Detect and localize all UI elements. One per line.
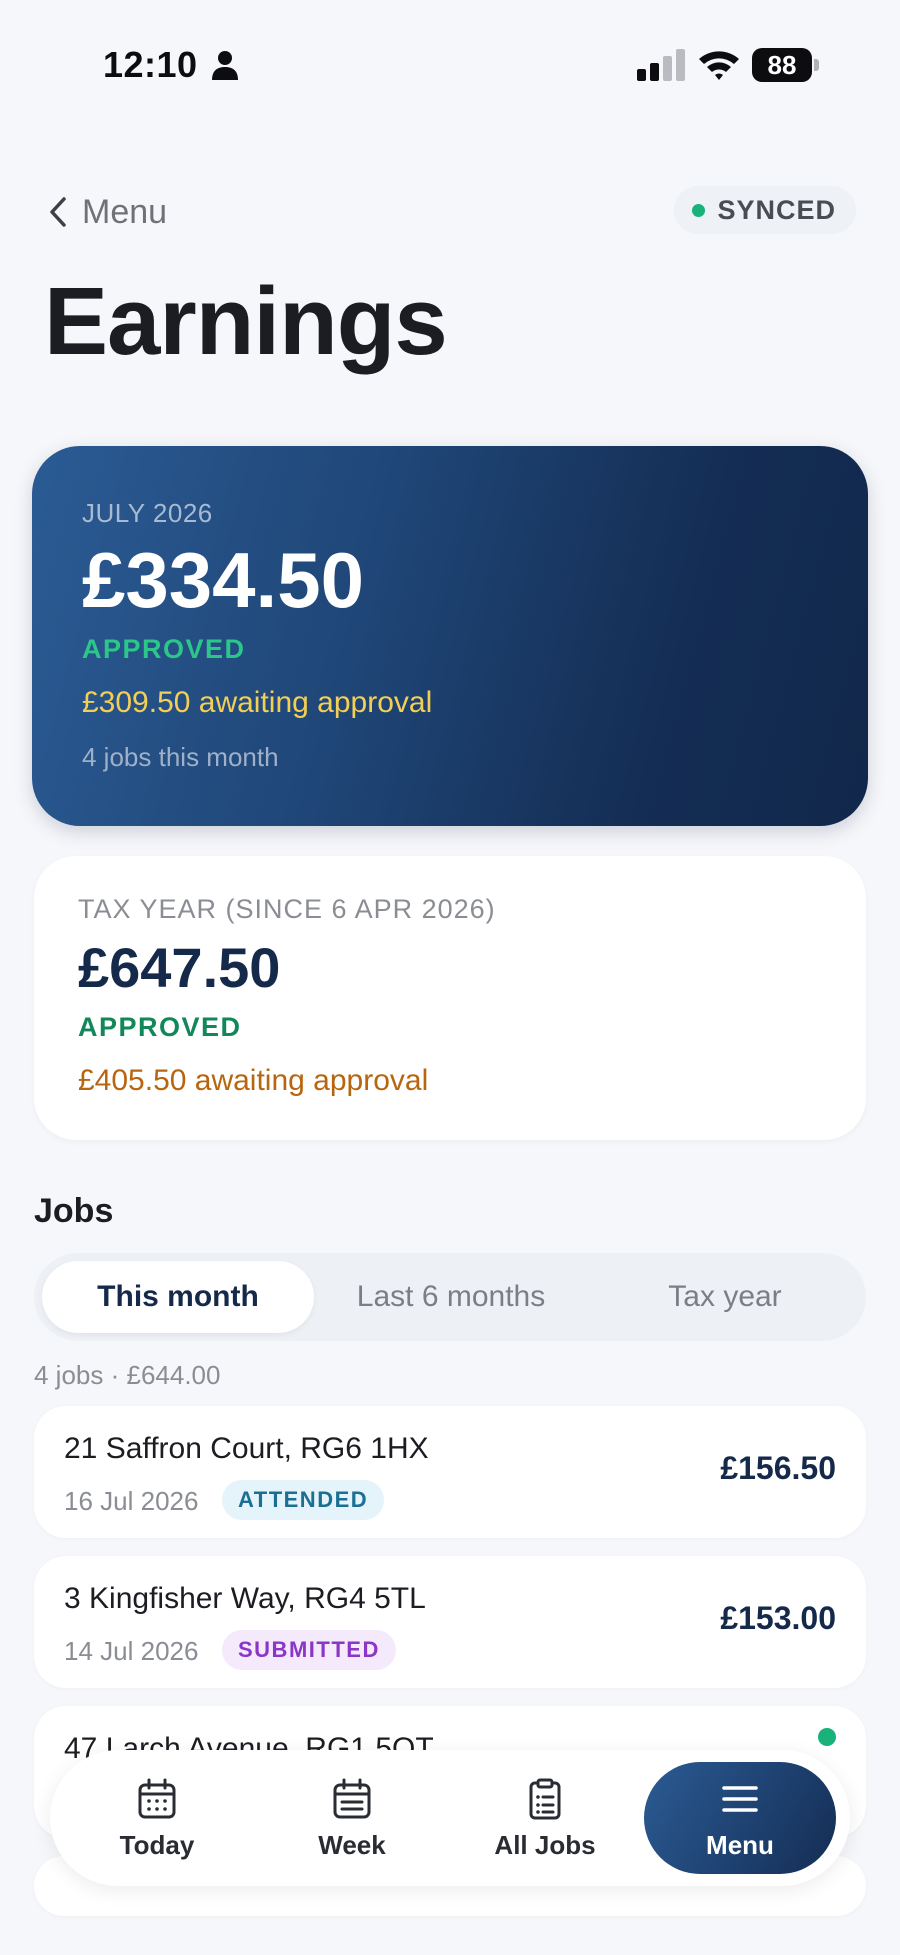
tax-year-approved-amount: £647.50 — [78, 936, 281, 999]
job-date: 14 Jul 2026 — [64, 1636, 199, 1666]
nav-today-label: Today — [119, 1830, 195, 1860]
tab-tax-year[interactable]: Tax year — [590, 1261, 860, 1333]
tax-year-period-label: TAX YEAR (SINCE 6 APR 2026) — [78, 894, 496, 924]
wifi-icon — [699, 51, 739, 80]
job-date: 16 Jul 2026 — [64, 1486, 199, 1516]
jobs-period-tabs: This month Last 6 months Tax year — [34, 1253, 866, 1341]
sync-status-text: SYNCED — [717, 194, 836, 225]
job-address: 3 Kingfisher Way, RG4 5TL — [64, 1582, 426, 1615]
hamburger-menu-icon — [722, 1786, 758, 1812]
sync-status-dot-icon — [692, 203, 706, 217]
calendar-icon — [138, 1778, 176, 1819]
tab-this-month[interactable]: This month — [42, 1261, 314, 1333]
tax-year-earnings-card: TAX YEAR (SINCE 6 APR 2026) £647.50 APPR… — [34, 856, 866, 1140]
nav-all-jobs-label: All Jobs — [494, 1830, 596, 1860]
month-jobs-count: 4 jobs this month — [82, 742, 279, 772]
month-earnings-card: JULY 2026 £334.50 APPROVED £309.50 await… — [32, 446, 868, 826]
month-approved-label: APPROVED — [82, 634, 246, 664]
battery-indicator: 88 — [752, 48, 820, 82]
person-icon — [212, 51, 238, 80]
status-time: 12:10 — [103, 44, 198, 85]
tax-year-approved-label: APPROVED — [78, 1012, 242, 1042]
nav-week-label: Week — [318, 1830, 386, 1860]
back-label: Menu — [82, 192, 168, 231]
month-period-label: JULY 2026 — [82, 498, 213, 528]
job-price: £156.50 — [720, 1450, 836, 1486]
job-price: £153.00 — [720, 1600, 836, 1636]
cellular-signal-icon — [637, 49, 685, 81]
tab-last-6-months[interactable]: Last 6 months — [316, 1261, 586, 1333]
nav-menu-button[interactable]: Menu — [644, 1762, 836, 1874]
bottom-navigation: Today Week All Jobs Menu — [50, 1750, 850, 1886]
month-awaiting-approval: £309.50 awaiting approval — [82, 686, 433, 719]
job-status-badge: SUBMITTED — [222, 1630, 396, 1670]
clipboard-list-icon — [529, 1778, 561, 1820]
tax-year-awaiting-approval: £405.50 awaiting approval — [78, 1064, 429, 1097]
nav-all-jobs-button[interactable]: All Jobs — [450, 1750, 640, 1886]
job-list-item[interactable]: 21 Saffron Court, RG6 1HX 16 Jul 2026 AT… — [34, 1406, 866, 1538]
job-status-dot-icon — [818, 1728, 836, 1746]
earnings-screen: 12:10 88 Menu SYNCED Earnings JULY 2026 … — [0, 0, 900, 1955]
battery-level-text: 88 — [767, 50, 797, 80]
job-list-item[interactable]: 3 Kingfisher Way, RG4 5TL 14 Jul 2026 SU… — [34, 1556, 866, 1688]
status-bar: 12:10 88 — [0, 0, 900, 130]
jobs-section-heading: Jobs — [34, 1192, 114, 1230]
nav-today-button[interactable]: Today — [62, 1750, 252, 1886]
job-status-badge: ATTENDED — [222, 1480, 385, 1520]
nav-menu-label: Menu — [706, 1830, 774, 1860]
jobs-summary: 4 jobs · £644.00 — [34, 1360, 221, 1390]
calendar-week-icon — [333, 1778, 371, 1819]
sync-status-badge: SYNCED — [674, 186, 856, 234]
job-address: 21 Saffron Court, RG6 1HX — [64, 1432, 429, 1465]
nav-week-button[interactable]: Week — [257, 1750, 447, 1886]
battery-cap — [814, 59, 819, 71]
back-to-menu-button[interactable]: Menu — [48, 188, 167, 236]
chevron-left-icon — [50, 197, 66, 227]
page-title: Earnings — [44, 268, 448, 375]
month-approved-amount: £334.50 — [82, 536, 364, 624]
